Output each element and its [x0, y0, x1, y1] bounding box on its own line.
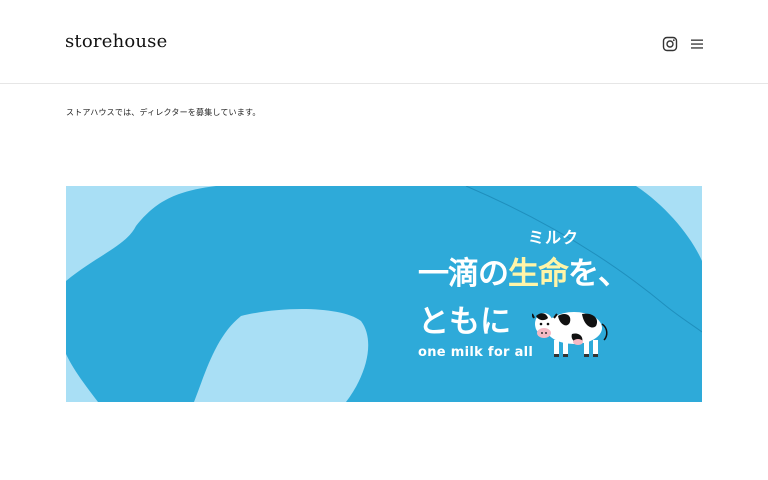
hamburger-menu-icon[interactable]: [689, 36, 705, 52]
headline-part-2: を、: [568, 256, 629, 292]
banner-ruby-text: ミルク: [528, 228, 580, 247]
site-logo[interactable]: storehouse: [65, 31, 167, 52]
banner-tagline: one milk for all: [418, 345, 534, 360]
site-header: storehouse: [0, 0, 768, 84]
recruit-banner[interactable]: ミルク 一滴の生命を、 ともに one milk for all: [66, 186, 702, 402]
cow-illustration-icon: [532, 312, 608, 357]
instagram-icon[interactable]: [662, 36, 678, 52]
intro-text: ストアハウスでは、ディレクターを募集しています。: [66, 108, 261, 117]
next-article-thumbnail[interactable]: [66, 474, 348, 480]
banner-headline-line1: 一滴の生命を、: [418, 248, 629, 293]
banner-background: [66, 186, 702, 402]
headline-part-1: 一滴の: [418, 256, 509, 292]
headline-highlight: 生命: [508, 256, 569, 292]
banner-headline-line2: ともに: [418, 304, 511, 340]
